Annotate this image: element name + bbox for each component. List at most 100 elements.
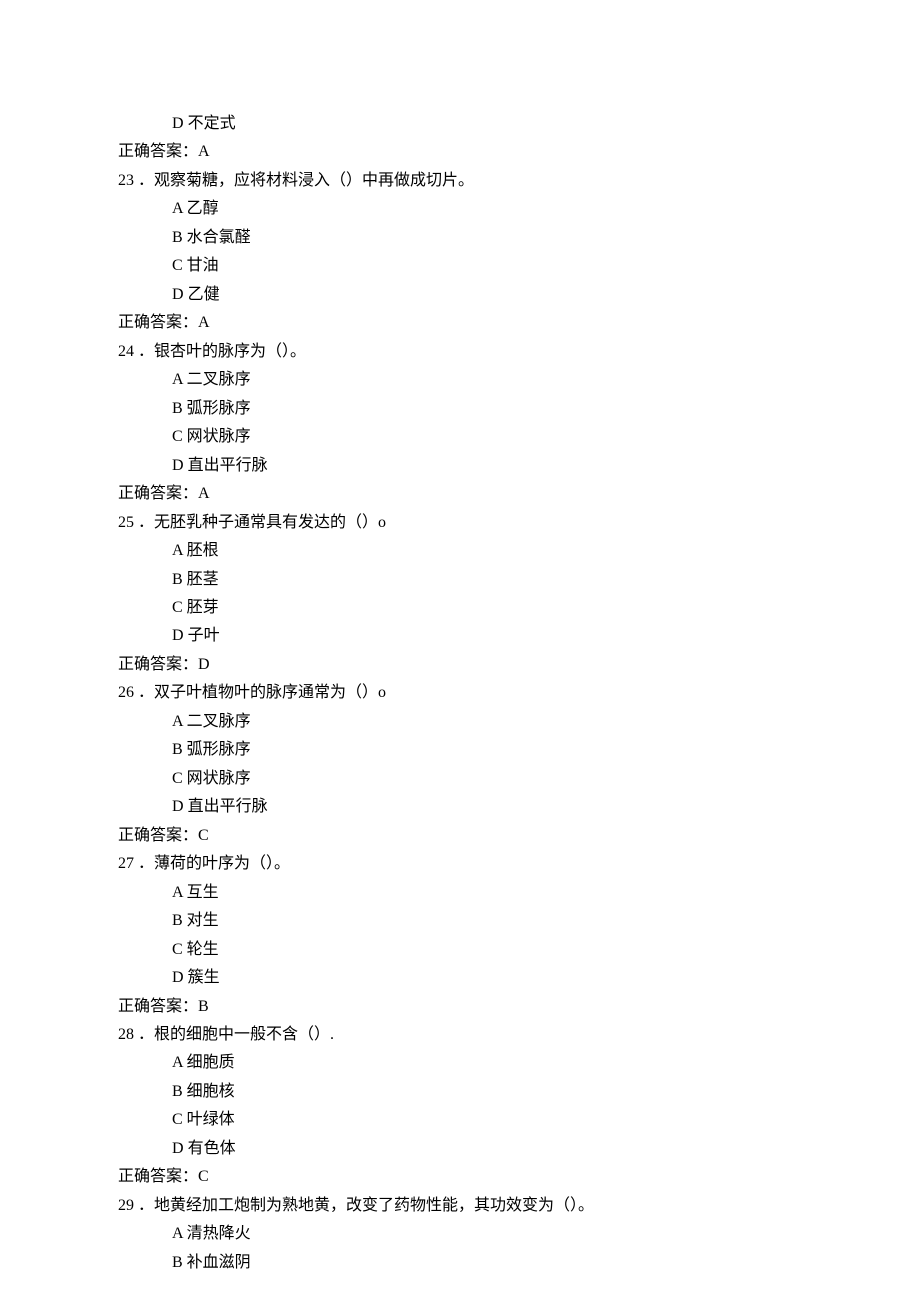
answer-line: 正确答案：B — [0, 993, 920, 1021]
option-text: 轮生 — [187, 941, 219, 958]
question-option: A 互生 — [0, 879, 920, 907]
answer-value: D — [198, 656, 210, 673]
answer-label: 正确答案： — [118, 656, 198, 673]
option-label: B — [172, 571, 183, 588]
question-option: C 胚芽 — [0, 594, 920, 622]
option-text: 网状脉序 — [187, 770, 251, 787]
option-label: C — [172, 257, 183, 274]
question-option: D 直出平行脉 — [0, 452, 920, 480]
option-text: 胚根 — [187, 542, 219, 559]
answer-line: 正确答案：A — [0, 309, 920, 337]
question-option: B 补血滋阴 — [0, 1249, 920, 1277]
option-text: 直出平行脉 — [188, 457, 268, 474]
option-text: 叶绿体 — [187, 1111, 235, 1128]
answer-line: 正确答案：C — [0, 822, 920, 850]
option-label: D — [172, 798, 184, 815]
question-stem-text: ．薄荷的叶序为（）。 — [138, 855, 290, 872]
option-text: 互生 — [187, 884, 219, 901]
option-text: 对生 — [187, 912, 219, 929]
answer-value: A — [198, 143, 210, 160]
question-stem: 27 ．薄荷的叶序为（）。 — [0, 850, 920, 878]
question-number: 24 — [118, 343, 134, 360]
option-text: 二叉脉序 — [187, 713, 251, 730]
question-stem: 25 ．无胚乳种子通常具有发达的（）o — [0, 509, 920, 537]
question-option: B 水合氯醛 — [0, 224, 920, 252]
question-stem-text: ．无胚乳种子通常具有发达的（）o — [138, 514, 386, 531]
question-option: D 不定式 — [0, 110, 920, 138]
answer-label: 正确答案： — [118, 485, 198, 502]
question-number: 27 — [118, 855, 134, 872]
option-label: A — [172, 884, 183, 901]
question-option: D 簇生 — [0, 964, 920, 992]
option-label: D — [172, 1140, 184, 1157]
question-number: 23 — [118, 172, 134, 189]
option-text: 细胞质 — [187, 1054, 235, 1071]
option-label: B — [172, 912, 183, 929]
option-label: B — [172, 741, 183, 758]
question-option: B 对生 — [0, 907, 920, 935]
option-label: B — [172, 229, 183, 246]
option-text: 簇生 — [188, 969, 220, 986]
option-label: D — [172, 627, 184, 644]
answer-line: 正确答案：D — [0, 651, 920, 679]
option-label: A — [172, 371, 183, 388]
question-option: A 二叉脉序 — [0, 366, 920, 394]
answer-value: C — [198, 1168, 209, 1185]
question-number: 25 — [118, 514, 134, 531]
answer-value: B — [198, 998, 209, 1015]
option-text: 乙健 — [188, 286, 220, 303]
question-number: 29 — [118, 1197, 134, 1214]
question-number: 28 — [118, 1026, 134, 1043]
answer-label: 正确答案： — [118, 1168, 198, 1185]
option-label: D — [172, 969, 184, 986]
option-label: A — [172, 542, 183, 559]
option-text: 弧形脉序 — [187, 741, 251, 758]
option-text: 甘油 — [187, 257, 219, 274]
option-label: A — [172, 1054, 183, 1071]
option-label: A — [172, 200, 183, 217]
question-stem: 29 ．地黄经加工炮制为熟地黄，改变了药物性能，其功效变为（）。 — [0, 1192, 920, 1220]
question-option: D 有色体 — [0, 1135, 920, 1163]
option-label: C — [172, 770, 183, 787]
question-option: C 甘油 — [0, 252, 920, 280]
answer-label: 正确答案： — [118, 314, 198, 331]
option-text: 乙醇 — [187, 200, 219, 217]
answer-value: C — [198, 827, 209, 844]
answer-label: 正确答案： — [118, 143, 198, 160]
option-label: C — [172, 428, 183, 445]
answer-line: 正确答案：A — [0, 480, 920, 508]
option-text: 细胞核 — [187, 1083, 235, 1100]
question-stem-text: ．地黄经加工炮制为熟地黄，改变了药物性能，其功效变为（）。 — [138, 1197, 594, 1214]
question-option: C 网状脉序 — [0, 423, 920, 451]
question-stem-text: ．双子叶植物叶的脉序通常为（）o — [138, 684, 386, 701]
question-option: C 网状脉序 — [0, 765, 920, 793]
option-text: 有色体 — [188, 1140, 236, 1157]
option-label: B — [172, 1254, 183, 1271]
option-text: 水合氯醛 — [187, 229, 251, 246]
question-stem: 28 ．根的细胞中一般不含（）. — [0, 1021, 920, 1049]
question-stem-text: ．根的细胞中一般不含（）. — [138, 1026, 334, 1043]
question-option: B 弧形脉序 — [0, 736, 920, 764]
option-label: A — [172, 1225, 183, 1242]
question-option: A 清热降火 — [0, 1220, 920, 1248]
option-text: 二叉脉序 — [187, 371, 251, 388]
question-stem: 24 ．银杏叶的脉序为（）。 — [0, 338, 920, 366]
question-option: C 叶绿体 — [0, 1106, 920, 1134]
option-label: A — [172, 713, 183, 730]
option-text: 胚茎 — [187, 571, 219, 588]
answer-line: 正确答案：C — [0, 1163, 920, 1191]
answer-value: A — [198, 485, 210, 502]
question-option: A 胚根 — [0, 537, 920, 565]
answer-label: 正确答案： — [118, 827, 198, 844]
question-stem-text: ．观察菊糖，应将材料浸入（）中再做成切片。 — [138, 172, 474, 189]
question-option: D 直出平行脉 — [0, 793, 920, 821]
option-text: 补血滋阴 — [187, 1254, 251, 1271]
option-label: B — [172, 400, 183, 417]
question-option: A 二叉脉序 — [0, 708, 920, 736]
question-stem: 23 ．观察菊糖，应将材料浸入（）中再做成切片。 — [0, 167, 920, 195]
option-label: D — [172, 115, 184, 132]
option-label: C — [172, 599, 183, 616]
answer-value: A — [198, 314, 210, 331]
option-text: 胚芽 — [187, 599, 219, 616]
option-text: 弧形脉序 — [187, 400, 251, 417]
